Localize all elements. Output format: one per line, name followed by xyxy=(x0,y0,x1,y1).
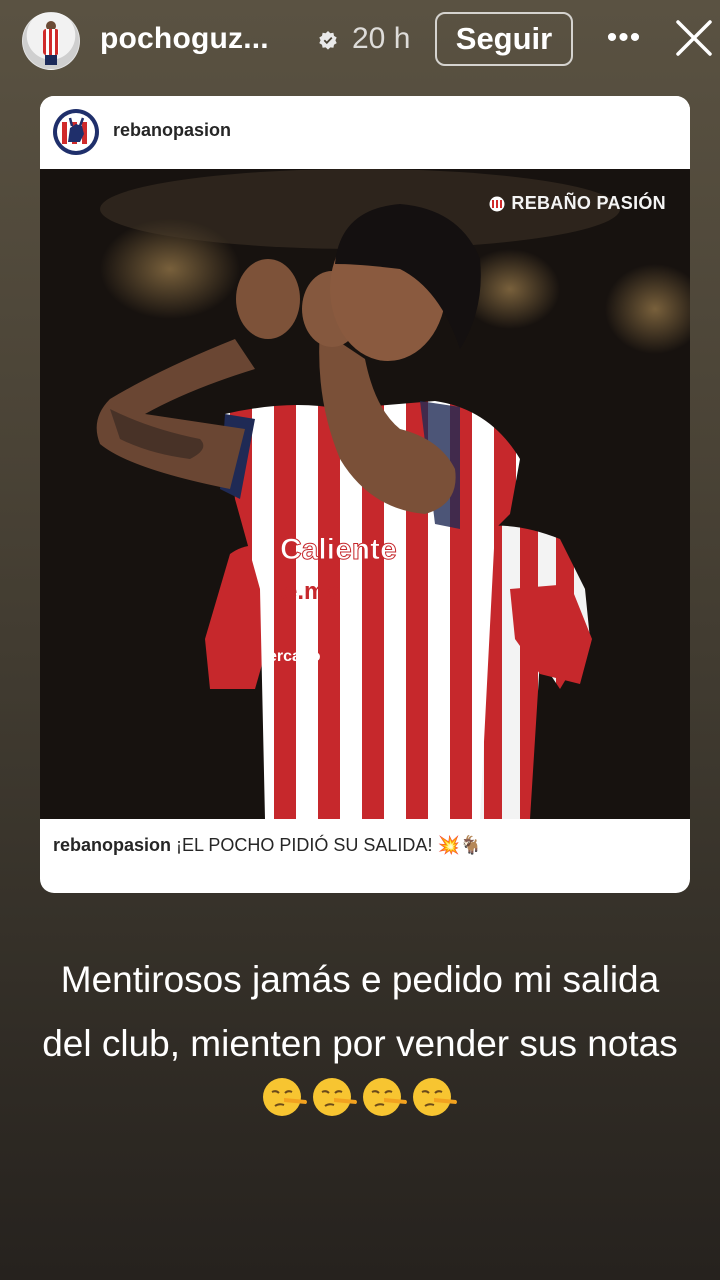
jersey-sponsor-text-3: ercado xyxy=(268,648,321,665)
jersey-sponsor-text-2: te.mx xyxy=(276,578,339,605)
rebano-pasion-logo-icon[interactable] xyxy=(52,108,100,156)
lying-face-emoji-icon xyxy=(263,1078,307,1116)
close-icon[interactable] xyxy=(674,18,714,58)
username[interactable]: pochoguz... xyxy=(100,22,269,56)
caption-text: ¡EL POCHO PIDIÓ SU SALIDA! 💥🐐 xyxy=(176,835,483,855)
profile-avatar[interactable] xyxy=(22,12,80,70)
emoji-row xyxy=(0,1074,720,1120)
follow-button[interactable]: Seguir xyxy=(435,12,573,66)
story-text: Mentirosos jamás e pedido mi salida del … xyxy=(0,948,720,1076)
shared-post-card[interactable]: rebanopasion Caliente te.mx ercado REBAÑ… xyxy=(40,96,690,893)
more-options-icon[interactable]: ••• xyxy=(606,20,642,56)
jersey-sponsor-text-1: Caliente xyxy=(280,533,397,566)
caption-username[interactable]: rebanopasion xyxy=(53,835,171,855)
watermark-text: REBAÑO PASIÓN xyxy=(511,193,666,213)
story-text-line-1: Mentirosos jamás e pedido mi salida xyxy=(60,959,660,1000)
verified-badge-icon xyxy=(319,31,337,50)
lying-face-emoji-icon xyxy=(363,1078,407,1116)
lying-face-emoji-icon xyxy=(313,1078,357,1116)
post-time: 20 h xyxy=(352,22,411,55)
rebano-pasion-badge-icon xyxy=(489,196,505,211)
story-header: pochoguz... 20 h Seguir ••• xyxy=(0,0,720,80)
shared-post-caption: rebanopasion ¡EL POCHO PIDIÓ SU SALIDA! … xyxy=(53,835,482,856)
player-celebration-image: Caliente te.mx ercado xyxy=(40,169,690,819)
post-photo[interactable]: Caliente te.mx ercado REBAÑO PASIÓN xyxy=(40,169,690,819)
rebano-pasion-watermark: REBAÑO PASIÓN xyxy=(489,193,666,214)
story-text-line-2: del club, mienten por vender sus notas xyxy=(42,1023,678,1064)
shared-post-header: rebanopasion xyxy=(40,96,690,168)
shared-post-username[interactable]: rebanopasion xyxy=(113,120,231,141)
lying-face-emoji-icon xyxy=(413,1078,457,1116)
